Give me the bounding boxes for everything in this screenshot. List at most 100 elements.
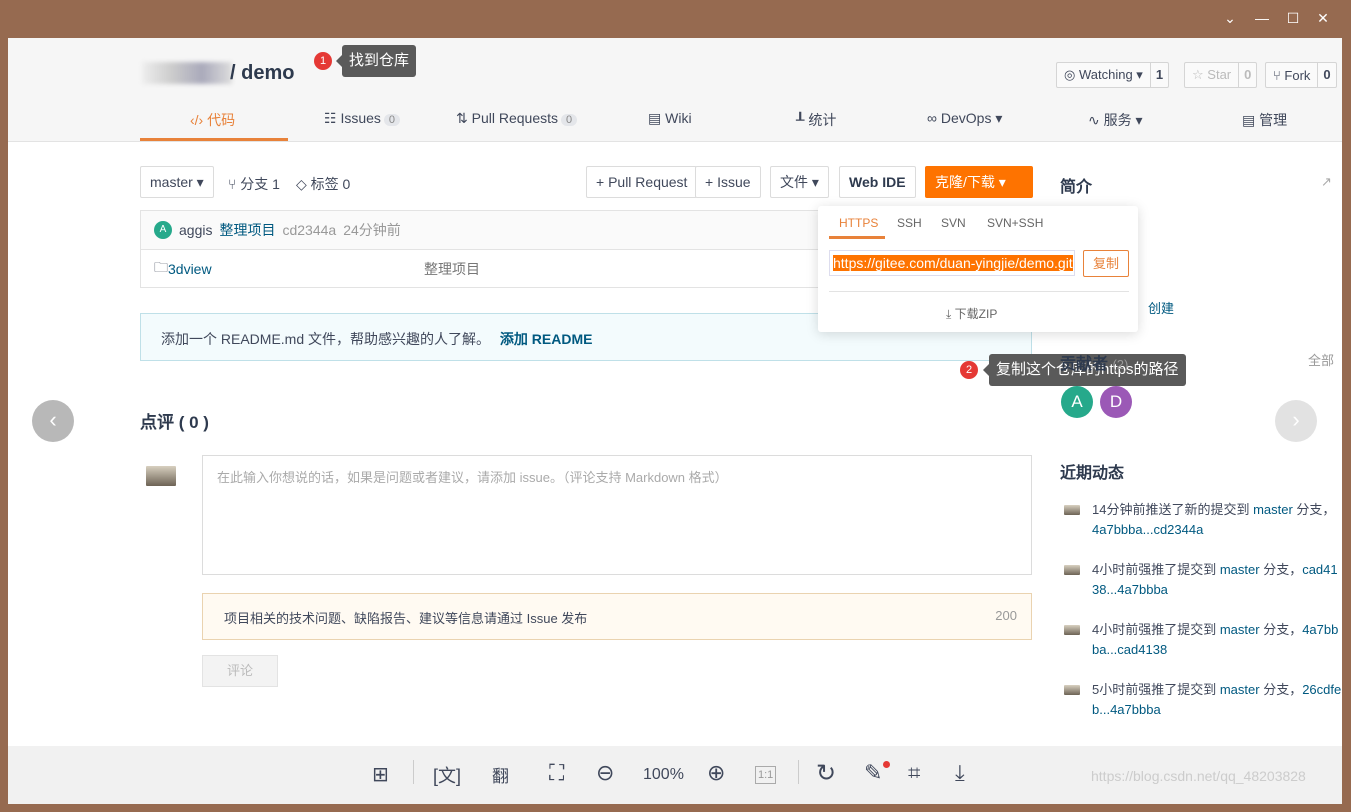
tag-icon: ◇ — [296, 176, 307, 192]
download-icon: ⤓ — [946, 307, 952, 321]
contributor-avatar[interactable]: D — [1100, 386, 1132, 418]
ocr-icon[interactable]: [文] — [433, 762, 461, 788]
watch-label: Watching — [1078, 67, 1133, 82]
clone-download-button[interactable]: 克隆/下载 ▾ — [925, 166, 1033, 198]
activity-tail: 分支， — [1259, 622, 1303, 637]
watch-button[interactable]: ◎ Watching ▾ 1 — [1056, 62, 1170, 88]
tab-stats[interactable]: ┸ 统计 — [796, 110, 836, 130]
layout-icon[interactable]: ⊞ — [372, 762, 389, 787]
tab-manage[interactable]: ▤ 管理 — [1242, 110, 1287, 130]
new-pull-request-button[interactable]: + Pull Request — [586, 166, 698, 198]
previous-image-button[interactable]: ‹ — [32, 400, 74, 442]
activity-text: 14分钟前推送了新的提交到 — [1092, 502, 1254, 517]
chart-icon: ┸ — [796, 112, 805, 128]
star-button[interactable]: ☆ Star 0 — [1184, 62, 1258, 88]
clone-url-text: https://gitee.com/duan-yingjie/demo.git — [833, 255, 1073, 271]
new-issue-button[interactable]: + Issue — [695, 166, 761, 198]
edit-icon[interactable]: ✎ — [864, 760, 882, 786]
activity-item: 4小时前强推了提交到 master 分支，cad4138...4a7bbba — [1092, 560, 1342, 600]
activity-branch[interactable]: master — [1220, 682, 1260, 697]
tab-issues[interactable]: ☷ Issues 0 — [324, 110, 401, 127]
tab-label: 代码 — [207, 112, 236, 128]
edit-icon[interactable]: ↗ — [1321, 174, 1332, 190]
close-icon[interactable]: ✕ — [1313, 10, 1333, 27]
viewer-toolbar: ⊞ [文] 翻 ⛶ ⊖ 100% ⊕ 1:1 ↻ ✎ ⌗ ⤓ https://b… — [8, 746, 1342, 804]
tab-label: Wiki — [665, 110, 692, 126]
activity-tail: 分支， — [1259, 562, 1303, 577]
download-icon[interactable]: ⤓ — [955, 760, 965, 786]
branches-link[interactable]: ⑂ 分支 1 — [228, 174, 280, 194]
comment-notice: 项目相关的技术问题、缺陷报告、建议等信息请通过 Issue 发布 200 — [202, 593, 1032, 640]
minimize-icon[interactable]: — — [1252, 10, 1272, 26]
tab-wiki[interactable]: ▤ Wiki — [648, 110, 692, 127]
divider — [413, 760, 414, 784]
contributor-avatar[interactable]: A — [1061, 386, 1093, 418]
intro-heading: 简介 — [1060, 179, 1093, 196]
branch-select[interactable]: master ▾ — [140, 166, 214, 198]
next-image-button[interactable]: › — [1275, 400, 1317, 442]
star-label: Star — [1207, 67, 1232, 82]
crop-icon[interactable]: ⌗ — [908, 760, 920, 786]
viewer-window: / demo 1 找到仓库 ◎ Watching ▾ 1 ☆ Star 0 ⑂ Fo… — [8, 38, 1342, 804]
clone-url-input[interactable]: https://gitee.com/duan-yingjie/demo.git — [829, 250, 1075, 276]
activity-branch[interactable]: master — [1220, 562, 1260, 577]
fit-screen-icon[interactable]: ⛶ — [549, 760, 564, 786]
tab-label: Issues — [340, 110, 381, 126]
zoom-level: 100% — [643, 766, 684, 783]
clone-tab-ssh[interactable]: SSH — [897, 216, 922, 230]
file-name[interactable]: 3dview — [168, 261, 212, 277]
download-zip-label: 下载ZIP — [954, 307, 998, 321]
web-ide-button[interactable]: Web IDE — [839, 166, 916, 198]
star-count: 0 — [1238, 63, 1256, 87]
created-text: 创建 — [1148, 301, 1175, 316]
pull-request-icon: ⇅ — [456, 110, 468, 126]
active-tab-indicator — [140, 138, 288, 141]
download-zip-link[interactable]: ⤓ 下载ZIP — [946, 305, 997, 322]
blurred-owner — [142, 62, 232, 84]
tags-link[interactable]: ◇ 标签 0 — [296, 174, 350, 194]
clone-tab-https[interactable]: HTTPS — [839, 216, 878, 230]
char-remaining: 200 — [995, 608, 1017, 623]
activity-item: 5小时前强推了提交到 master 分支，26cdfeb...4a7bbba — [1092, 680, 1342, 720]
branch-icon: ⑂ — [228, 176, 237, 192]
repo-header: / demo 1 找到仓库 ◎ Watching ▾ 1 ☆ Star 0 ⑂ Fo… — [8, 38, 1342, 142]
rotate-icon[interactable]: ↻ — [816, 759, 836, 788]
translate-icon[interactable]: 翻 — [492, 762, 509, 787]
activity-item: 4小时前强推了提交到 master 分支，4a7bbba...cad4138 — [1092, 620, 1342, 660]
commit-message[interactable]: 整理项目 — [219, 220, 275, 240]
zoom-out-icon[interactable]: ⊖ — [596, 760, 614, 786]
commit-hash[interactable]: cd2344a — [282, 222, 336, 238]
tab-code[interactable]: ‹/› 代码 — [190, 110, 235, 130]
tab-label: 统计 — [808, 112, 837, 128]
file-menu-button[interactable]: 文件 ▾ — [770, 166, 829, 198]
activity-branch[interactable]: master — [1253, 502, 1293, 517]
settings-doc-icon: ▤ — [1242, 112, 1256, 128]
collapse-icon[interactable]: ⌄ — [1220, 10, 1240, 27]
tab-label: 服务 — [1103, 112, 1132, 128]
fork-button[interactable]: ⑂ Fork 0 — [1265, 62, 1337, 88]
actual-size-icon[interactable]: 1:1 — [755, 766, 777, 784]
activity-branch[interactable]: master — [1220, 622, 1260, 637]
comment-textarea[interactable]: 在此输入你想说的话，如果是问题或者建议，请添加 issue。（评论支持 Mark… — [202, 455, 1032, 575]
comments-title: 点评 ( 0 ) — [140, 413, 209, 432]
all-contributors-link[interactable]: 全部 — [1308, 350, 1334, 369]
maximize-icon[interactable]: ☐ — [1283, 10, 1303, 27]
book-icon: ▤ — [648, 110, 662, 126]
commit-author[interactable]: aggis — [179, 222, 212, 238]
add-readme-link[interactable]: 添加 README — [500, 331, 593, 347]
submit-comment-button[interactable]: 评论 — [202, 655, 278, 687]
copy-button[interactable]: 复制 — [1083, 250, 1129, 277]
clone-tab-indicator — [829, 236, 885, 239]
activity-range[interactable]: 4a7bbba...cd2344a — [1092, 522, 1203, 537]
clone-tab-svn-ssh[interactable]: SVN+SSH — [987, 216, 1043, 230]
infinity-icon: ∞ — [927, 110, 937, 126]
tab-devops[interactable]: ∞ DevOps ▾ — [927, 110, 1002, 127]
tab-pull-requests[interactable]: ⇅ Pull Requests 0 — [456, 110, 578, 127]
clone-tab-svn[interactable]: SVN — [941, 216, 966, 230]
file-commit-message: 整理项目 — [424, 261, 480, 277]
tab-services[interactable]: ∿ 服务 ▾ — [1088, 110, 1143, 130]
avatar: A — [154, 221, 172, 239]
file-label: 文件 — [780, 174, 808, 190]
repo-name[interactable]: / demo — [230, 62, 294, 85]
zoom-in-icon[interactable]: ⊕ — [707, 760, 725, 786]
